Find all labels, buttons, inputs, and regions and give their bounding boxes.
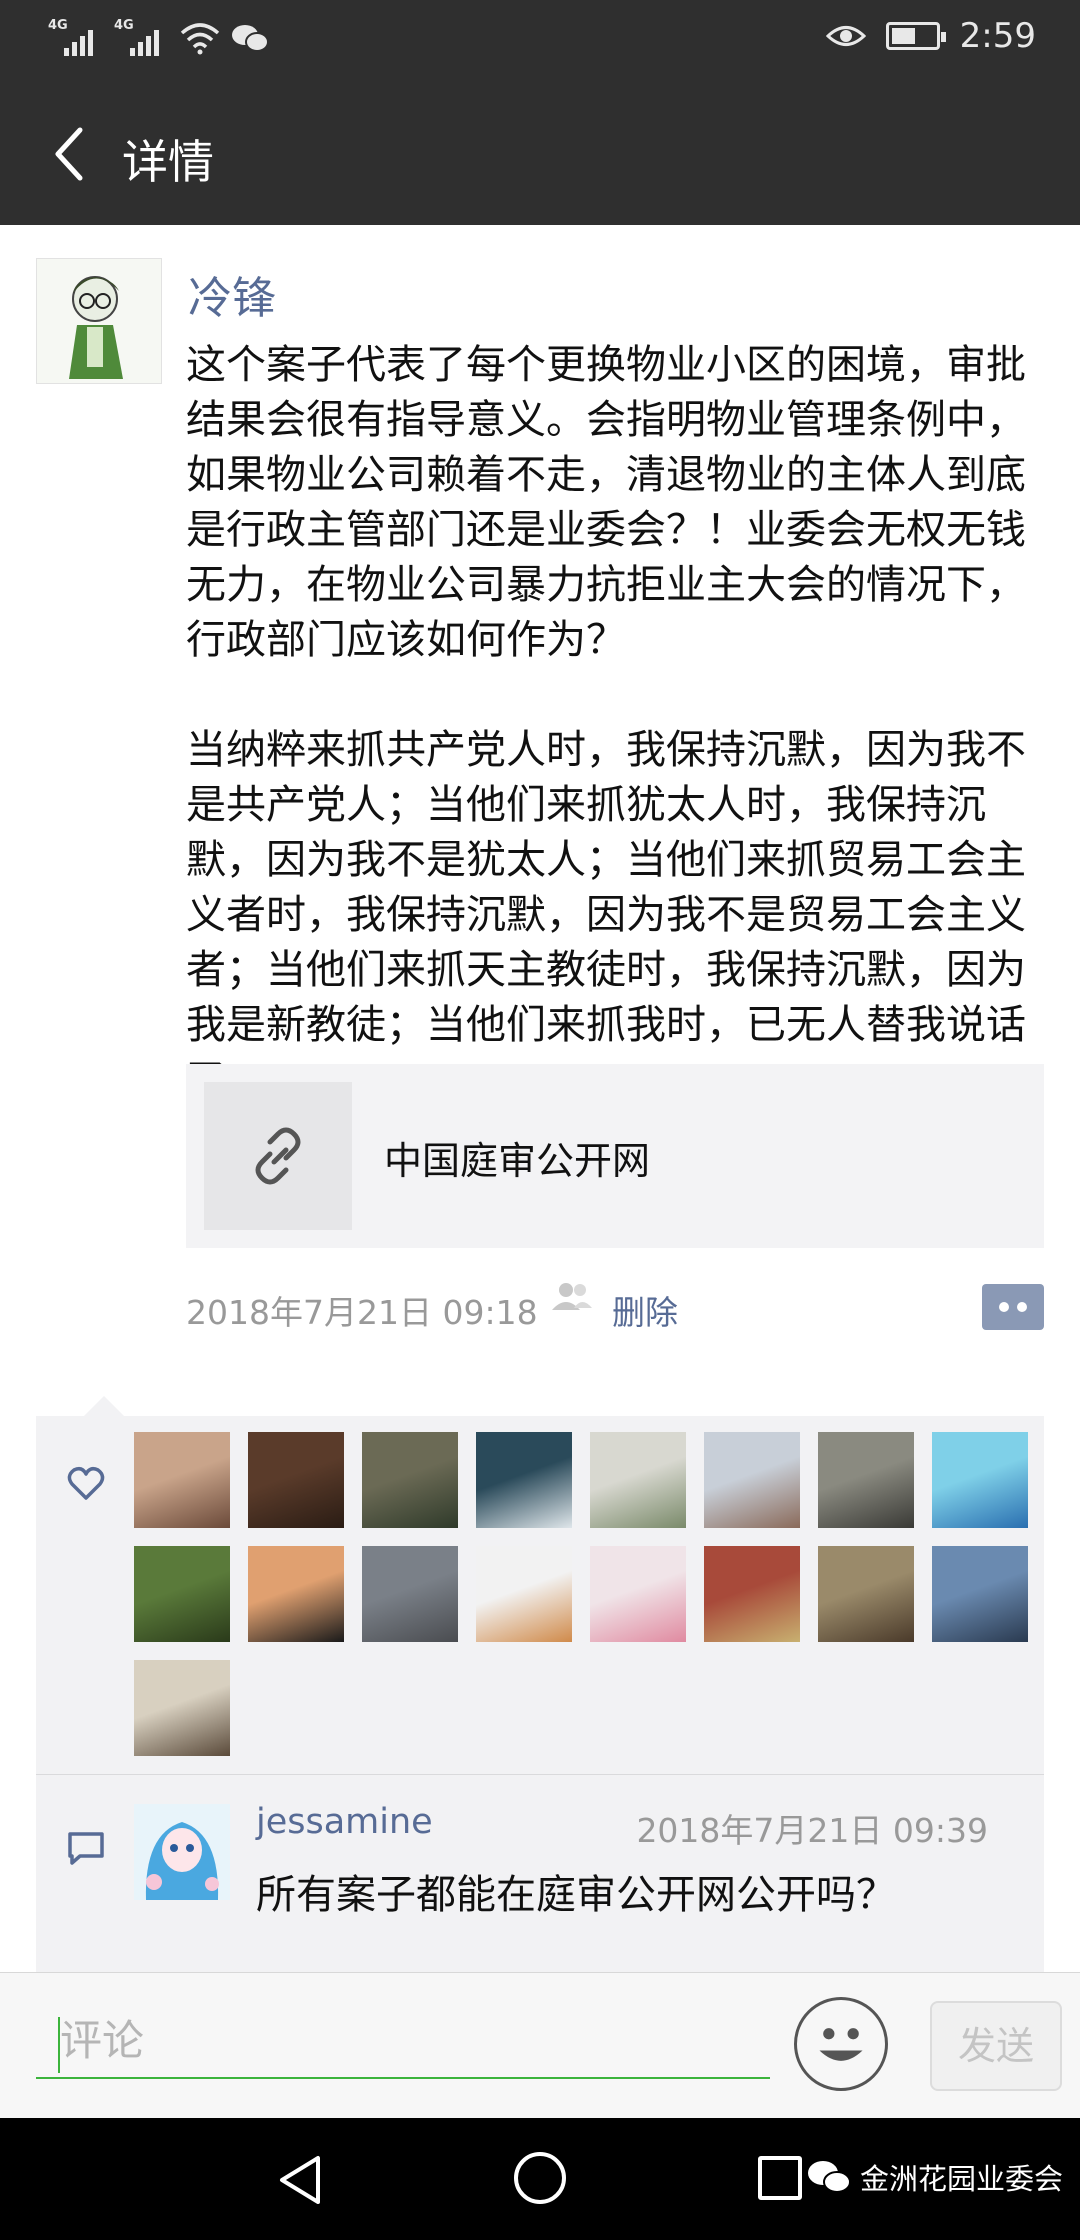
signal-1-icon: 4G bbox=[48, 18, 104, 58]
eye-comfort-icon bbox=[825, 26, 866, 46]
liker-avatar[interactable] bbox=[590, 1546, 686, 1642]
status-right: 2:59 bbox=[825, 16, 1036, 56]
nav-home-icon[interactable] bbox=[514, 2152, 566, 2204]
liker-avatar[interactable] bbox=[248, 1546, 344, 1642]
liker-avatar[interactable] bbox=[704, 1432, 800, 1528]
post-time: 2018年7月21日 09:18 bbox=[186, 1293, 538, 1332]
post-text: 这个案子代表了每个更换物业小区的困境，审批结果会很有指导意义。会指明物业管理条例… bbox=[186, 342, 1026, 1103]
comment-avatar[interactable] bbox=[134, 1804, 230, 1900]
comment-input[interactable] bbox=[36, 2003, 770, 2079]
liker-avatar[interactable] bbox=[818, 1432, 914, 1528]
send-button[interactable]: 发送 bbox=[930, 2001, 1062, 2091]
liker-avatar[interactable] bbox=[134, 1432, 230, 1528]
liker-avatar[interactable] bbox=[362, 1546, 458, 1642]
liker-avatar[interactable] bbox=[932, 1432, 1028, 1528]
system-nav-bar: 金洲花园业委会 bbox=[0, 2118, 1080, 2240]
comment-time: 2018年7月21日 09:39 bbox=[636, 1811, 988, 1850]
visibility-friends-icon bbox=[552, 1283, 592, 1310]
comment-text[interactable]: 所有案子都能在庭审公开网公开吗？ bbox=[256, 1862, 896, 1920]
watermark-text: 金洲花园业委会 bbox=[860, 2162, 1064, 2196]
liker-avatar[interactable] bbox=[134, 1660, 230, 1756]
liker-avatar[interactable] bbox=[476, 1546, 572, 1642]
watermark: 金洲花园业委会 bbox=[806, 2156, 1063, 2198]
text-cursor bbox=[58, 2017, 60, 2073]
author-name[interactable]: 冷锋 bbox=[188, 262, 276, 326]
wechat-icon bbox=[232, 25, 269, 52]
signal-2-icon: 4G bbox=[114, 18, 170, 58]
status-left: 4G 4G bbox=[48, 18, 270, 58]
link-title: 中国庭审公开网 bbox=[384, 1139, 651, 1183]
battery-icon bbox=[885, 22, 946, 50]
nav-back-icon[interactable] bbox=[276, 2154, 326, 2206]
page-title: 详情 bbox=[122, 135, 214, 189]
comment-input-bar: 发送 bbox=[0, 1972, 1080, 2118]
likes-comments-panel: jessamine 2018年7月21日 09:39 所有案子都能在庭审公开网公… bbox=[36, 1396, 1044, 1974]
liker-avatar[interactable] bbox=[704, 1546, 800, 1642]
delete-button[interactable]: 删除 bbox=[612, 1286, 678, 1334]
link-thumbnail bbox=[204, 1082, 352, 1230]
liker-avatar[interactable] bbox=[932, 1546, 1028, 1642]
battery-level bbox=[891, 28, 915, 44]
emoji-button[interactable] bbox=[794, 1997, 888, 2091]
wifi-icon bbox=[180, 23, 220, 55]
title-bar: 详情 bbox=[0, 82, 1080, 225]
divider bbox=[36, 1774, 1044, 1775]
clock: 2:59 bbox=[959, 16, 1036, 56]
liker-avatar[interactable] bbox=[362, 1432, 458, 1528]
shared-link-card[interactable]: 中国庭审公开网 bbox=[186, 1064, 1044, 1248]
heart-icon bbox=[67, 1466, 105, 1500]
back-arrow-icon[interactable] bbox=[36, 116, 106, 192]
liker-avatar[interactable] bbox=[818, 1546, 914, 1642]
liker-avatar[interactable] bbox=[476, 1432, 572, 1528]
author-avatar[interactable] bbox=[36, 258, 162, 384]
wechat-logo-icon bbox=[808, 2161, 851, 2193]
liker-avatar[interactable] bbox=[590, 1432, 686, 1528]
more-actions-button[interactable] bbox=[982, 1284, 1044, 1330]
panel-pointer bbox=[84, 1396, 124, 1416]
liker-avatar[interactable] bbox=[248, 1432, 344, 1528]
link-icon bbox=[255, 1127, 301, 1185]
status-bar: 4G 4G 2:59 bbox=[0, 0, 1080, 82]
comment-icon bbox=[68, 1832, 104, 1865]
liker-avatar[interactable] bbox=[134, 1546, 230, 1642]
nav-recents-icon[interactable] bbox=[758, 2156, 802, 2200]
comment-username[interactable]: jessamine bbox=[256, 1802, 433, 1842]
